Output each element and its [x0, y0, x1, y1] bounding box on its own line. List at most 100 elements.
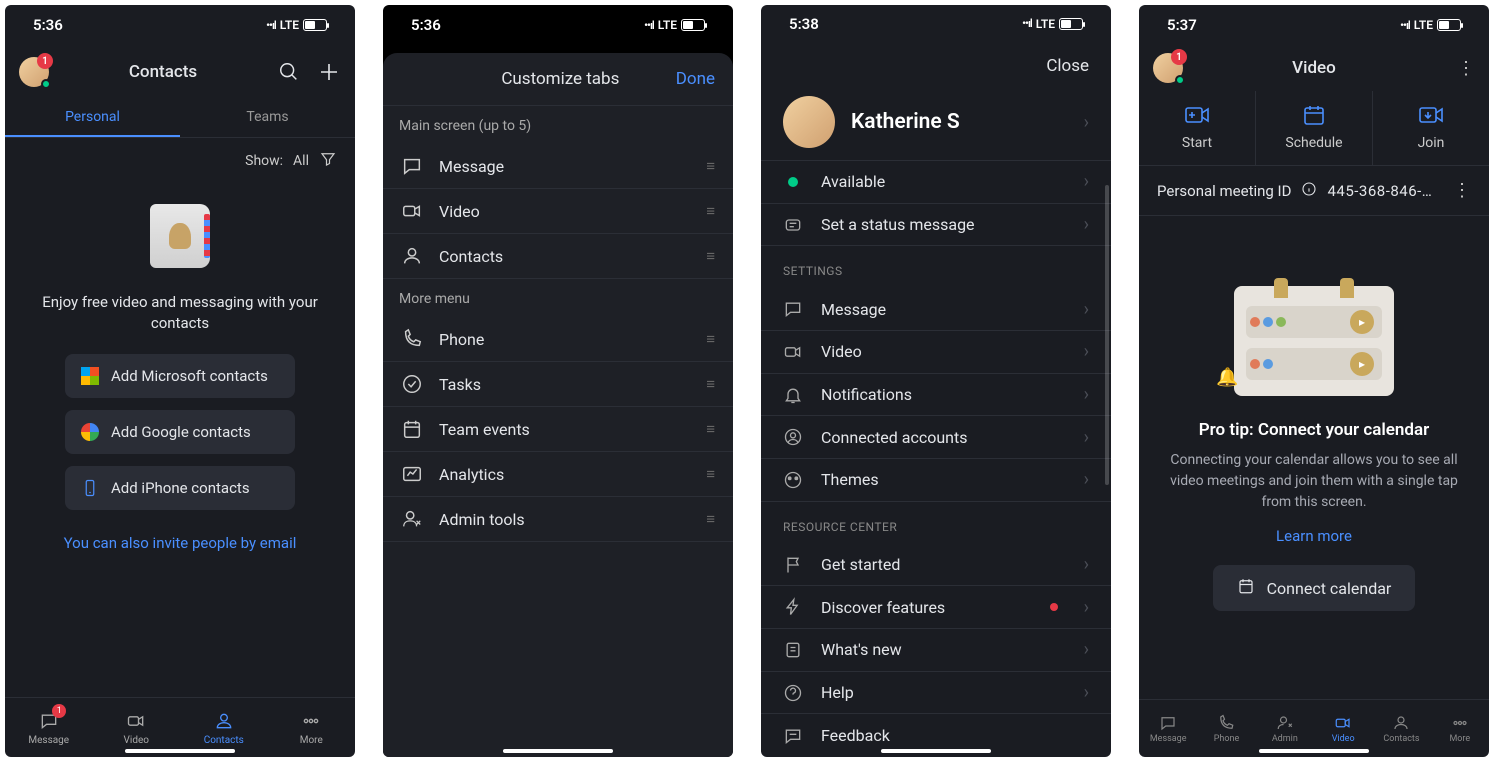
add-google-button[interactable]: Add Google contacts	[65, 410, 295, 454]
tip-title: Pro tip: Connect your calendar	[1199, 420, 1430, 440]
pmi-more-icon[interactable]: ⋮	[1453, 180, 1471, 201]
drag-handle-icon[interactable]: ≡	[706, 330, 715, 348]
more-icon[interactable]: ⋮	[1445, 58, 1475, 79]
set-status-row[interactable]: Set a status message ›	[761, 204, 1111, 247]
tab-item-contacts[interactable]: Contacts ≡	[383, 234, 733, 279]
new-indicator-dot	[1050, 603, 1058, 611]
screen-video: 5:37 ••ıl LTE 1 Video ⋮ Start Schedule J…	[1139, 5, 1489, 757]
learn-more-link[interactable]: Learn more	[1276, 527, 1352, 545]
settings-video-row[interactable]: Video ›	[761, 331, 1111, 374]
message-icon	[783, 299, 803, 319]
tab-item-video[interactable]: Video ≡	[383, 189, 733, 234]
accounts-icon	[783, 427, 803, 447]
drag-handle-icon[interactable]: ≡	[706, 202, 715, 220]
help-icon	[783, 683, 803, 703]
profile-row[interactable]: Katherine S ›	[761, 84, 1111, 161]
network-label: LTE	[280, 18, 299, 32]
home-indicator[interactable]	[503, 749, 613, 753]
filter-icon[interactable]	[319, 150, 337, 172]
tab-item-team-events[interactable]: Team events ≡	[383, 407, 733, 452]
tab-more[interactable]: More	[1431, 700, 1489, 757]
home-indicator[interactable]	[881, 749, 991, 753]
search-icon[interactable]	[277, 60, 301, 84]
status-bar: 5:36 ••ıl LTE	[383, 5, 733, 45]
resource-discover-features-row[interactable]: Discover features ›	[761, 586, 1111, 629]
info-icon[interactable]	[1301, 181, 1317, 201]
settings-message-row[interactable]: Message ›	[761, 288, 1111, 331]
resource-whats-new-row[interactable]: What's new ›	[761, 629, 1111, 672]
done-button[interactable]: Done	[676, 69, 715, 89]
tab-phone[interactable]: Phone	[1197, 700, 1255, 757]
page-title: Contacts	[57, 62, 269, 82]
settings-notifications-row[interactable]: Notifications ›	[761, 374, 1111, 417]
bottom-sheet: Customize tabs Done Main screen (up to 5…	[383, 53, 733, 757]
tab-contacts[interactable]: Contacts	[1372, 700, 1430, 757]
filter-row: Show: All	[5, 138, 355, 184]
schedule-meeting-button[interactable]: Schedule	[1256, 91, 1373, 165]
join-icon	[1417, 103, 1445, 127]
close-button[interactable]: Close	[1046, 56, 1089, 76]
tab-item-message[interactable]: Message ≡	[383, 144, 733, 189]
chevron-right-icon: ›	[1084, 341, 1089, 362]
video-icon	[783, 342, 803, 362]
join-meeting-button[interactable]: Join	[1373, 91, 1489, 165]
profile-avatar	[783, 96, 835, 148]
group-main-label: Main screen (up to 5)	[383, 106, 733, 144]
lightning-icon	[783, 597, 803, 617]
tab-item-admin-tools[interactable]: Admin tools ≡	[383, 497, 733, 542]
home-indicator[interactable]	[1259, 749, 1369, 753]
start-meeting-button[interactable]: Start	[1139, 91, 1256, 165]
tab-item-analytics[interactable]: Analytics ≡	[383, 452, 733, 497]
signal-icon: ••ıl	[644, 19, 654, 32]
header: 1 Video ⋮	[1139, 45, 1489, 91]
scrollbar[interactable]	[1105, 185, 1109, 485]
settings-connected-accounts-row[interactable]: Connected accounts ›	[761, 416, 1111, 459]
resource-help-row[interactable]: Help ›	[761, 672, 1111, 715]
analytics-icon	[401, 463, 423, 485]
calendar-icon	[1237, 577, 1255, 599]
tab-personal[interactable]: Personal	[5, 99, 180, 137]
tab-bar: 1 Message Video Contacts More	[5, 697, 355, 757]
chevron-right-icon: ›	[1084, 427, 1089, 448]
bell-icon: 🔔	[1216, 367, 1238, 388]
clock: 5:36	[33, 16, 63, 34]
drag-handle-icon[interactable]: ≡	[706, 375, 715, 393]
settings-themes-row[interactable]: Themes ›	[761, 459, 1111, 502]
drag-handle-icon[interactable]: ≡	[706, 510, 715, 528]
drag-handle-icon[interactable]: ≡	[706, 465, 715, 483]
drag-handle-icon[interactable]: ≡	[706, 247, 715, 265]
status-available-row[interactable]: Available ›	[761, 161, 1111, 204]
resource-get-started-row[interactable]: Get started ›	[761, 544, 1111, 587]
tab-item-tasks[interactable]: Tasks ≡	[383, 362, 733, 407]
invite-email-link[interactable]: You can also invite people by email	[64, 534, 297, 552]
add-microsoft-button[interactable]: Add Microsoft contacts	[65, 354, 295, 398]
tab-message[interactable]: 1 Message	[5, 698, 93, 757]
filter-value[interactable]: All	[293, 153, 309, 169]
tab-teams[interactable]: Teams	[180, 99, 355, 137]
video-icon	[401, 200, 423, 222]
profile-avatar[interactable]: 1	[19, 57, 49, 87]
clock: 5:37	[1167, 16, 1197, 34]
home-indicator[interactable]	[125, 749, 235, 753]
chevron-right-icon: ›	[1084, 384, 1089, 405]
drag-handle-icon[interactable]: ≡	[706, 420, 715, 438]
add-iphone-button[interactable]: Add iPhone contacts	[65, 466, 295, 510]
add-icon[interactable]	[317, 60, 341, 84]
feedback-icon	[783, 726, 803, 746]
chevron-right-icon: ›	[1084, 171, 1089, 192]
tab-more[interactable]: More	[268, 698, 356, 757]
message-icon	[401, 155, 423, 177]
group-more-label: More menu	[383, 279, 733, 317]
tab-message[interactable]: Message	[1139, 700, 1197, 757]
tab-item-phone[interactable]: Phone ≡	[383, 317, 733, 362]
profile-avatar[interactable]: 1	[1153, 53, 1183, 83]
chevron-right-icon: ›	[1084, 682, 1089, 703]
connect-calendar-button[interactable]: Connect calendar	[1213, 565, 1416, 611]
status-message-icon	[783, 215, 803, 235]
screen-profile-settings: 5:38 ••ıl LTE Close Katherine S › Availa…	[761, 5, 1111, 757]
notification-badge: 1	[37, 53, 53, 69]
presence-dot	[788, 177, 798, 187]
network-label: LTE	[658, 18, 677, 32]
status-bar: 5:38 ••ıl LTE	[761, 5, 1111, 42]
drag-handle-icon[interactable]: ≡	[706, 157, 715, 175]
